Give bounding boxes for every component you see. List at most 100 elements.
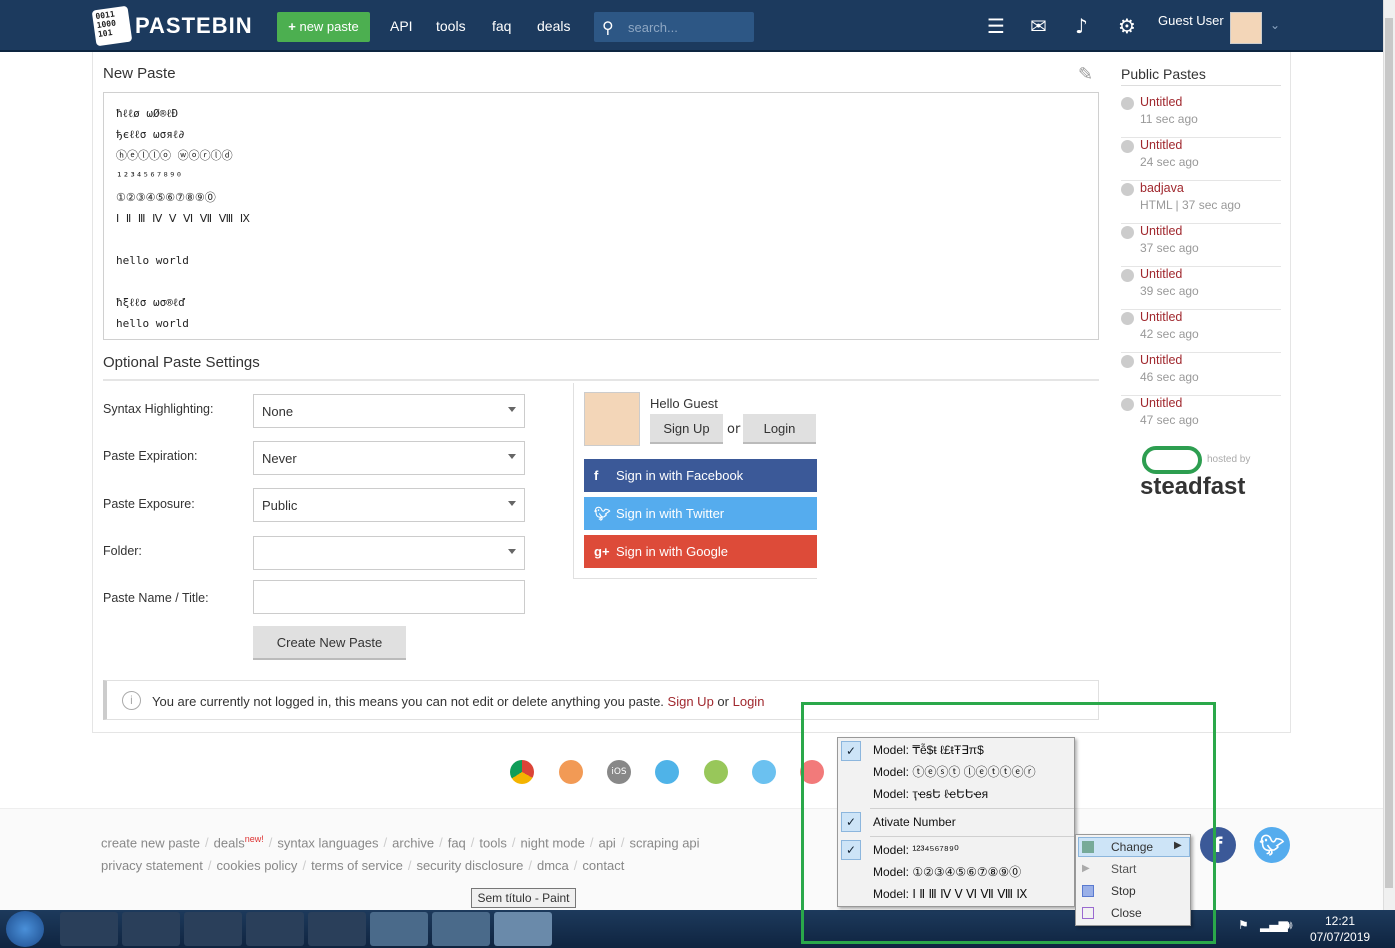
taskbar-nexus-app[interactable] <box>60 912 118 946</box>
menu-item-model[interactable]: Model: ①②③④⑤⑥⑦⑧⑨⓪ <box>873 862 1021 882</box>
facebook-signin-button[interactable]: f Sign in with Facebook <box>584 459 817 492</box>
paste-name-input[interactable] <box>253 580 525 614</box>
pastebin-logo-icon[interactable]: 0011 1000 101 <box>91 5 133 47</box>
folder-label: Folder: <box>103 544 142 558</box>
menu-item-close[interactable]: Close <box>1111 903 1142 923</box>
nav-api[interactable]: API <box>390 18 413 34</box>
start-button[interactable] <box>6 911 44 947</box>
taskbar-vm-app[interactable] <box>184 912 242 946</box>
google-signin-button[interactable]: g+ Sign in with Google <box>584 535 817 568</box>
footer-link[interactable]: dmca <box>537 858 569 873</box>
macos-icon[interactable] <box>752 760 776 784</box>
menu-item-model[interactable]: Model: ҭҽꞩԵ ℓҽԵԵҽя <box>873 784 988 804</box>
menu-item-change[interactable]: Change <box>1111 837 1153 857</box>
public-paste-item[interactable]: Untitled 11 sec ago <box>1121 95 1281 138</box>
facebook-icon: f <box>594 468 599 483</box>
exposure-label: Paste Exposure: <box>103 497 195 511</box>
gear-icon[interactable]: ⚙ <box>1118 14 1136 38</box>
sign-up-button[interactable]: Sign Up <box>650 414 723 444</box>
list-icon[interactable]: ☰ <box>987 14 1005 38</box>
nav-faq[interactable]: faq <box>492 18 511 34</box>
public-paste-item[interactable]: Untitled 39 sec ago <box>1121 267 1281 310</box>
taskbar-infinity-app[interactable] <box>432 912 490 946</box>
taskbar-monitor-app[interactable] <box>122 912 180 946</box>
footer-link[interactable]: archive <box>392 835 434 850</box>
new-paste-button[interactable]: + new paste <box>277 12 370 42</box>
public-paste-item[interactable]: Untitled 42 sec ago <box>1121 310 1281 353</box>
site-title[interactable]: PASTEBIN <box>135 13 253 39</box>
footer-link[interactable]: terms of service <box>311 858 403 873</box>
change-icon <box>1082 841 1094 853</box>
android-icon[interactable] <box>704 760 728 784</box>
footer-link[interactable]: privacy statement <box>101 858 203 873</box>
menu-item-model[interactable]: Model: ⓣⓔⓢⓣ ⓛⓔⓣⓣⓔⓡ <box>873 762 1036 782</box>
footer-link[interactable]: cookies policy <box>217 858 298 873</box>
guest-avatar <box>584 392 640 446</box>
taskbar-chrome-app[interactable] <box>370 912 428 946</box>
menu-item-model[interactable]: Model: Ⅰ Ⅱ Ⅲ Ⅳ Ⅴ Ⅵ Ⅶ Ⅷ Ⅸ <box>873 884 1027 904</box>
footer-link[interactable]: tools <box>479 835 506 850</box>
menu-item-model[interactable]: Model: ₸ễ$ŧ ℓ£ŧŦ∃π$ <box>873 740 984 760</box>
public-paste-item[interactable]: Untitled 47 sec ago <box>1121 396 1281 439</box>
footer-link[interactable]: faq <box>448 835 466 850</box>
login-button[interactable]: Login <box>743 414 816 444</box>
close-icon <box>1082 907 1094 919</box>
taskbar-terminal-app[interactable] <box>246 912 304 946</box>
footer-link[interactable]: create new paste <box>101 835 200 850</box>
system-clock[interactable]: 12:21 07/07/2019 <box>1310 913 1370 945</box>
footer-link[interactable]: contact <box>582 858 624 873</box>
taskbar-emblem-app[interactable] <box>308 912 366 946</box>
expiration-select[interactable]: Never <box>253 441 525 475</box>
pencil-icon[interactable]: ✎ <box>1078 64 1093 85</box>
avatar[interactable] <box>1230 12 1262 44</box>
notice-signup-link[interactable]: Sign Up <box>668 694 714 709</box>
tray-submenu: Change ▶ ▶ Start Stop Close <box>1075 834 1191 926</box>
exposure-select[interactable]: Public <box>253 488 525 522</box>
globe-icon <box>1121 97 1134 110</box>
footer-link[interactable]: security disclosure <box>416 858 523 873</box>
public-paste-item[interactable]: Untitled 46 sec ago <box>1121 353 1281 396</box>
footer-link[interactable]: night mode <box>521 835 585 850</box>
globe-icon <box>1121 140 1134 153</box>
folder-select[interactable] <box>253 536 525 570</box>
public-paste-item[interactable]: badjava HTML | 37 sec ago <box>1121 181 1281 224</box>
footer-link[interactable]: api <box>598 835 615 850</box>
check-icon: ✓ <box>841 812 861 832</box>
menu-item-start[interactable]: Start <box>1111 859 1136 879</box>
public-paste-item[interactable]: Untitled 24 sec ago <box>1121 138 1281 181</box>
ios-icon[interactable]: iOS <box>607 760 631 784</box>
firefox-icon[interactable] <box>559 760 583 784</box>
twitter-signin-button[interactable]: 🐦︎ Sign in with Twitter <box>584 497 817 530</box>
footer-link[interactable]: scraping api <box>629 835 699 850</box>
mail-icon[interactable]: ✉ <box>1030 14 1047 38</box>
notice-login-link[interactable]: Login <box>733 694 765 709</box>
nav-deals[interactable]: deals <box>537 18 570 34</box>
footer-link[interactable]: syntax languages <box>277 835 378 850</box>
chrome-icon[interactable] <box>510 760 534 784</box>
bell-icon[interactable]: ♪ <box>1075 14 1088 38</box>
search-input[interactable]: ⚲ search... <box>594 12 754 42</box>
steadfast-logo[interactable]: steadfast <box>1140 473 1245 501</box>
windows-icon[interactable] <box>655 760 679 784</box>
create-paste-button[interactable]: Create New Paste <box>253 626 406 660</box>
dropdown-arrow-icon <box>508 549 516 554</box>
taskbar-paint-app[interactable] <box>494 912 552 946</box>
footer-link[interactable]: deals <box>214 835 245 850</box>
nav-tools[interactable]: tools <box>436 18 466 34</box>
paste-textarea[interactable]: ħℓℓø ωØ®ℓÐ ђєℓℓσ ωσяℓ∂ ⓗⓔⓛⓛⓞ ⓦⓞⓡⓛⓓ ¹²³⁴⁵… <box>103 92 1099 340</box>
twitter-icon[interactable]: 🐦︎ <box>1254 827 1290 863</box>
steadfast-cloud-icon[interactable] <box>1142 446 1202 474</box>
volume-icon[interactable]: 🔊︎ <box>1285 918 1293 933</box>
chevron-down-icon[interactable]: ⌄ <box>1270 18 1280 32</box>
flag-icon[interactable]: ⚑ <box>1238 918 1249 932</box>
public-paste-item[interactable]: Untitled 37 sec ago <box>1121 224 1281 267</box>
menu-item-activate-number[interactable]: Ativate Number <box>873 812 956 832</box>
syntax-select[interactable]: None <box>253 394 525 428</box>
menu-item-stop[interactable]: Stop <box>1111 881 1136 901</box>
globe-icon <box>1121 355 1134 368</box>
network-icon[interactable]: ▂▄▆ <box>1260 918 1288 932</box>
scrollbar-thumb[interactable] <box>1385 18 1393 888</box>
user-name[interactable]: Guest User <box>1158 13 1224 28</box>
play-icon: ▶ <box>1082 863 1090 874</box>
menu-item-model[interactable]: Model: ¹²³⁴⁵⁶⁷⁸⁹⁰ <box>873 840 959 860</box>
